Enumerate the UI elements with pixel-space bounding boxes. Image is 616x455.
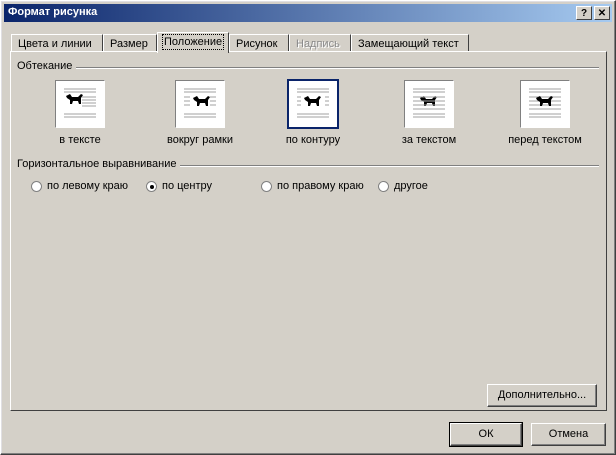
wrapping-group-title: Обтекание: [17, 60, 77, 72]
wrap-label: за текстом: [401, 134, 457, 146]
advanced-button[interactable]: Дополнительно...: [487, 384, 597, 407]
radio-align-other[interactable]: другое: [378, 180, 428, 192]
window-title: Формат рисунка: [8, 6, 98, 18]
tab-label: Рисунок: [236, 38, 278, 50]
wrap-tight-icon: [287, 79, 339, 129]
wrap-label: вокруг рамки: [167, 134, 233, 146]
cancel-button[interactable]: Отмена: [531, 423, 606, 446]
radio-align-right[interactable]: по правому краю: [261, 180, 364, 192]
radio-label: другое: [394, 180, 428, 192]
wrap-behind-icon: [404, 80, 454, 128]
ok-button[interactable]: ОК: [449, 422, 523, 447]
tab-position[interactable]: Положение: [157, 32, 229, 53]
tab-size[interactable]: Размер: [103, 34, 157, 52]
wrap-label: перед текстом: [508, 134, 582, 146]
radio-align-center[interactable]: по центру: [146, 180, 212, 192]
radio-align-left[interactable]: по левому краю: [31, 180, 128, 192]
tab-alt-text[interactable]: Замещающий текст: [351, 34, 469, 52]
dialog-window: Формат рисунка ? ✕ Цвета и линии Размер …: [0, 0, 616, 455]
wrap-option-front[interactable]: перед текстом: [485, 80, 605, 146]
title-bar: Формат рисунка ? ✕: [4, 4, 612, 22]
tab-label: Цвета и линии: [18, 38, 92, 50]
tab-label: Надпись: [296, 38, 340, 50]
radio-button-icon: [146, 180, 157, 192]
wrap-front-icon: [520, 80, 570, 128]
wrap-inline-icon: [55, 80, 105, 128]
alignment-group-title: Горизонтальное выравнивание: [17, 158, 181, 170]
radio-label: по левому краю: [47, 180, 129, 192]
wrap-label: по контуру: [285, 134, 341, 146]
radio-button-icon: [378, 180, 389, 192]
help-button[interactable]: ?: [576, 6, 592, 20]
tab-picture[interactable]: Рисунок: [229, 34, 289, 52]
wrap-option-tight[interactable]: по контуру: [253, 79, 373, 146]
wrap-option-inline[interactable]: в тексте: [20, 80, 140, 146]
wrapping-divider: [19, 67, 599, 69]
tab-colors-lines[interactable]: Цвета и линии: [11, 34, 103, 52]
wrap-option-behind[interactable]: за текстом: [369, 80, 489, 146]
tab-text-box: Надпись: [289, 34, 351, 52]
radio-button-icon: [31, 180, 42, 192]
close-button[interactable]: ✕: [594, 6, 610, 20]
wrap-label: в тексте: [59, 134, 101, 146]
radio-label: по правому краю: [277, 180, 364, 192]
radio-label: по центру: [162, 180, 213, 192]
wrap-square-icon: [175, 80, 225, 128]
tab-label: Положение: [161, 34, 225, 50]
tab-label: Замещающий текст: [358, 38, 459, 50]
tab-label: Размер: [110, 38, 148, 50]
radio-button-icon: [261, 180, 272, 192]
wrap-option-square[interactable]: вокруг рамки: [140, 80, 260, 146]
